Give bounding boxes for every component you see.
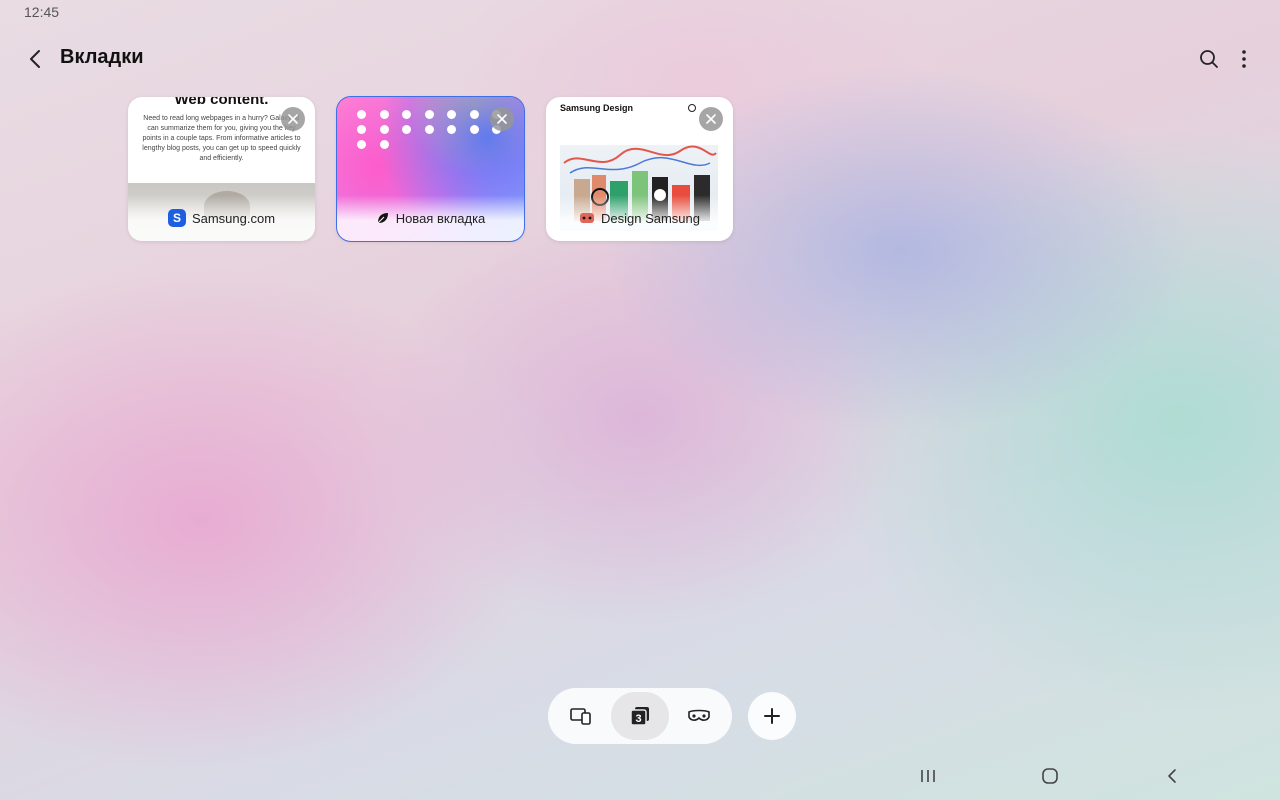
home-icon bbox=[1042, 768, 1058, 784]
close-icon bbox=[497, 114, 507, 124]
shortcut-icon bbox=[357, 140, 366, 149]
shortcut-icon bbox=[469, 125, 479, 134]
system-back-button[interactable] bbox=[1157, 764, 1187, 788]
tab-label-row: Новая вкладка bbox=[337, 195, 524, 241]
tab-card-new-tab[interactable]: Новая вкладка bbox=[336, 96, 525, 242]
shortcut-icon bbox=[424, 125, 434, 134]
page-title: Вкладки bbox=[60, 46, 144, 68]
shortcut-icon bbox=[447, 125, 456, 134]
shortcut-icon bbox=[469, 110, 479, 119]
tab-preview-heading: Web content. bbox=[174, 97, 269, 108]
search-icon bbox=[1200, 50, 1218, 68]
tab-title: Новая вкладка bbox=[395, 210, 486, 226]
more-options-button[interactable] bbox=[1230, 44, 1258, 74]
add-tab-button[interactable] bbox=[748, 692, 796, 740]
search-button[interactable] bbox=[1194, 44, 1224, 74]
chevron-left-icon bbox=[1168, 769, 1176, 783]
tab-close-button[interactable] bbox=[281, 107, 305, 131]
more-vertical-icon bbox=[1242, 50, 1246, 68]
shortcut-icon bbox=[379, 110, 389, 119]
tab-label-row: S Samsung.com bbox=[128, 195, 315, 241]
tab-close-button[interactable] bbox=[699, 107, 723, 131]
secret-mode-icon bbox=[687, 709, 710, 721]
tab-card-samsung[interactable]: Web content. Need to read long webpages … bbox=[128, 97, 315, 241]
tab-title: Samsung.com bbox=[191, 210, 276, 226]
tab-title: Design Samsung bbox=[601, 210, 700, 226]
back-button[interactable] bbox=[20, 44, 50, 74]
tab-count: 3 bbox=[635, 713, 641, 725]
leaf-icon bbox=[377, 213, 388, 224]
devices-tabs-button[interactable] bbox=[552, 692, 611, 740]
shortcut-icon bbox=[424, 110, 434, 119]
recents-button[interactable] bbox=[913, 764, 943, 788]
tab-preview-search-icon bbox=[688, 104, 696, 112]
shortcut-icon bbox=[402, 125, 411, 134]
tab-close-button[interactable] bbox=[490, 107, 514, 131]
shortcut-icon bbox=[379, 125, 389, 134]
status-time: 12:45 bbox=[24, 4, 60, 20]
samsung-s-icon: S bbox=[167, 209, 186, 227]
close-icon bbox=[706, 114, 716, 124]
shortcut-icon bbox=[357, 110, 366, 119]
tab-card-design-samsung[interactable]: Samsung Design Design Samsung bbox=[546, 97, 733, 241]
tab-count-icon: 3 bbox=[630, 707, 649, 726]
tab-mode-switcher: 3 bbox=[548, 688, 732, 744]
shortcut-icon bbox=[357, 125, 366, 134]
tab-preview-text: Need to read long webpages in a hurry? G… bbox=[142, 115, 301, 162]
header: Вкладки bbox=[0, 40, 1280, 76]
tab-label-row: Design Samsung bbox=[546, 195, 733, 241]
plus-icon bbox=[764, 708, 780, 724]
close-icon bbox=[288, 114, 298, 124]
tab-preview-brand: Samsung Design bbox=[560, 103, 634, 113]
secret-mode-button[interactable] bbox=[669, 692, 728, 740]
shortcut-icon bbox=[402, 110, 411, 119]
devices-icon bbox=[570, 708, 592, 725]
home-button[interactable] bbox=[1035, 764, 1065, 788]
open-tabs-button[interactable]: 3 bbox=[610, 692, 670, 740]
system-navigation-bar bbox=[0, 756, 1280, 796]
recents-icon bbox=[921, 770, 935, 782]
back-arrow-icon bbox=[30, 50, 40, 68]
design-samsung-icon bbox=[580, 213, 594, 223]
shortcut-icon bbox=[447, 110, 456, 119]
shortcut-icon bbox=[379, 140, 389, 149]
